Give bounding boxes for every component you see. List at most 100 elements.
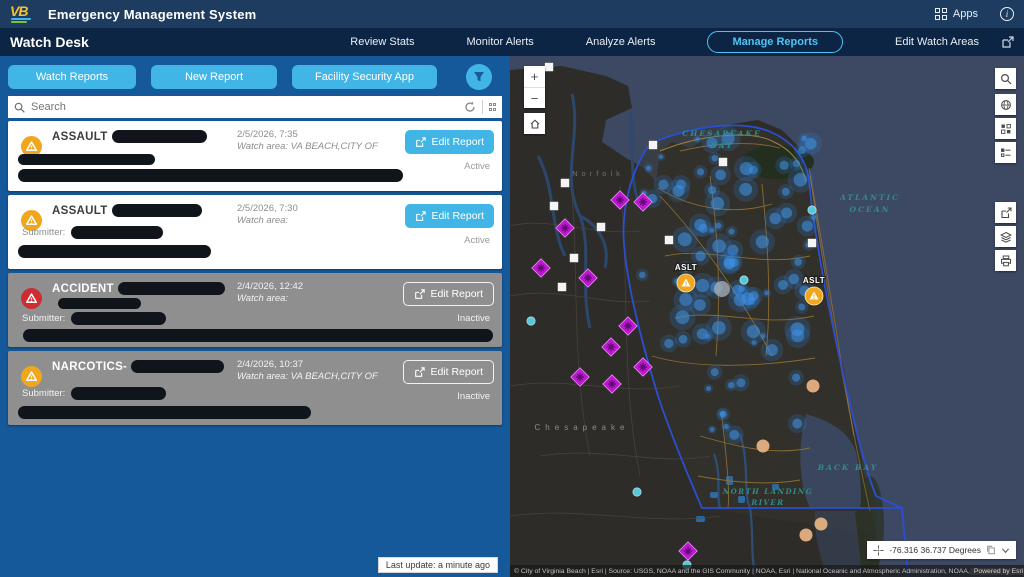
legend-grid-icon — [1000, 123, 1012, 135]
map-canvas: ASLTASLT CHESAPEAKE BAY ATLANTIC OCEAN B… — [510, 56, 1024, 577]
powered-by-esri: Powered by Esri — [970, 568, 1024, 575]
alert-label: ASLT — [675, 263, 697, 272]
print-icon — [1000, 255, 1012, 267]
apps-grid-icon — [935, 8, 947, 20]
report-status: Inactive — [457, 391, 490, 402]
tab-edit-watch-areas[interactable]: Edit Watch Areas — [895, 36, 979, 48]
report-list: ASSAULT 2/5/2026, 7:35 Watch area: VA BE… — [0, 118, 510, 425]
search-icon — [14, 102, 25, 113]
tab-manage-reports[interactable]: Manage Reports — [707, 31, 843, 53]
redacted-text — [71, 312, 166, 325]
open-external-icon[interactable] — [1001, 36, 1014, 49]
edit-report-button[interactable]: Edit Report — [405, 130, 494, 154]
search-input[interactable] — [31, 101, 458, 113]
report-status: Active — [464, 161, 490, 172]
layers-icon — [1000, 231, 1012, 243]
filter-button[interactable] — [466, 64, 492, 90]
basemap-button[interactable] — [995, 94, 1016, 115]
edit-report-button[interactable]: Edit Report — [403, 360, 494, 384]
nav-tabs: Review Stats Monitor Alerts Analyze Aler… — [350, 31, 987, 53]
layer-list-button[interactable] — [995, 142, 1016, 163]
report-card-assault-1[interactable]: ASSAULT 2/5/2026, 7:35 Watch area: VA BE… — [8, 121, 502, 191]
refresh-icon[interactable] — [464, 101, 476, 113]
report-meta: 2/5/2026, 7:35 Watch area: VA BEACH,CITY… — [237, 129, 378, 153]
app-header: VB Emergency Management System Apps i — [0, 0, 1024, 28]
zoom-in-button[interactable]: + — [524, 66, 545, 87]
watch-reports-button[interactable]: Watch Reports — [8, 65, 136, 89]
report-datetime: 2/5/2026, 7:30 — [237, 203, 298, 215]
redacted-text — [112, 130, 207, 143]
label-norfolk-city: Norfolk — [572, 169, 624, 178]
report-meta: 2/5/2026, 7:30 Watch area: — [237, 203, 298, 227]
redacted-text — [58, 298, 141, 309]
last-update-badge: Last update: a minute ago — [378, 557, 498, 573]
report-watch-area: Watch area: — [237, 215, 298, 227]
report-category: ASSAULT — [52, 131, 108, 143]
redacted-text — [18, 245, 211, 258]
report-meta: 2/4/2026, 12:42 Watch area: — [237, 281, 303, 305]
new-report-button[interactable]: New Report — [151, 65, 277, 89]
label-chesapeake-city: Chesapeake — [535, 423, 630, 432]
label-chesapeake-bay: CHESAPEAKE — [682, 129, 761, 138]
panel-toolbar: Watch Reports New Report Facility Securi… — [0, 56, 510, 96]
redacted-text — [112, 204, 202, 217]
chevron-down-icon[interactable] — [1001, 546, 1010, 555]
info-icon[interactable]: i — [1000, 7, 1014, 21]
redacted-text — [18, 154, 155, 165]
redacted-text — [131, 360, 224, 373]
page-title: Watch Desk — [10, 34, 89, 50]
submitter-row: Submitter: — [22, 312, 166, 325]
submitter-row: Submitter: — [22, 226, 163, 239]
svg-text:BAY: BAY — [709, 141, 733, 150]
report-category: NARCOTICS- — [52, 361, 127, 373]
layers-button[interactable] — [995, 226, 1016, 247]
edit-report-icon — [414, 289, 425, 300]
tab-review-stats[interactable]: Review Stats — [350, 36, 414, 48]
report-watch-area: Watch area: — [237, 293, 303, 305]
submitter-row: Submitter: — [22, 387, 166, 400]
layout-grid-icon[interactable] — [489, 103, 497, 111]
redacted-text — [71, 226, 163, 239]
report-datetime: 2/4/2026, 10:37 — [237, 359, 378, 371]
report-datetime: 2/4/2026, 12:42 — [237, 281, 303, 293]
tab-monitor-alerts[interactable]: Monitor Alerts — [467, 36, 534, 48]
tab-analyze-alerts[interactable]: Analyze Alerts — [586, 36, 656, 48]
map-search-button[interactable] — [995, 68, 1016, 89]
edit-report-button[interactable]: Edit Report — [405, 204, 494, 228]
report-watch-area: Watch area: VA BEACH,CITY OF — [237, 371, 378, 383]
home-button[interactable] — [524, 113, 545, 134]
edit-report-icon — [415, 137, 426, 148]
report-card-narcotics[interactable]: NARCOTICS- 2/4/2026, 10:37 Watch area: V… — [8, 351, 502, 425]
copy-icon[interactable] — [986, 545, 996, 555]
zoom-out-button[interactable]: − — [524, 87, 545, 108]
filter-icon — [473, 71, 485, 83]
report-card-accident[interactable]: ACCIDENT 2/4/2026, 12:42 Watch area: Edi… — [8, 273, 502, 347]
report-datetime: 2/5/2026, 7:35 — [237, 129, 378, 141]
emergency-management-app: VB Emergency Management System Apps i Wa… — [0, 0, 1024, 577]
map-view[interactable]: ASLTASLT CHESAPEAKE BAY ATLANTIC OCEAN B… — [510, 56, 1024, 577]
svg-text:OCEAN: OCEAN — [850, 205, 891, 214]
report-card-assault-2[interactable]: ASSAULT 2/5/2026, 7:30 Watch area: Edit … — [8, 195, 502, 269]
legend-button[interactable] — [995, 118, 1016, 139]
report-meta: 2/4/2026, 10:37 Watch area: VA BEACH,CIT… — [237, 359, 378, 383]
attribution-text: © City of Virginia Beach | Esri | Source… — [514, 568, 970, 575]
crosshair-icon — [873, 545, 884, 556]
edit-report-icon — [414, 367, 425, 378]
facility-security-app-button[interactable]: Facility Security App — [292, 65, 437, 89]
coordinate-widget[interactable]: -76.316 36.737 Degrees — [867, 541, 1016, 559]
home-icon — [529, 118, 541, 130]
report-status: Active — [464, 235, 490, 246]
redacted-text — [23, 329, 493, 342]
apps-button[interactable]: Apps — [935, 8, 978, 20]
search-icon — [1000, 73, 1012, 85]
redacted-text — [18, 406, 311, 419]
watch-desk-nav: Watch Desk Review Stats Monitor Alerts A… — [0, 28, 1024, 56]
vb-logo-text: VB — [10, 3, 27, 19]
reports-panel: Watch Reports New Report Facility Securi… — [0, 56, 510, 577]
alert-label: ASLT — [803, 276, 825, 285]
warning-icon — [21, 288, 42, 309]
print-button[interactable] — [995, 250, 1016, 271]
label-north-landing-river: NORTH LANDING — [722, 487, 813, 496]
edit-report-button[interactable]: Edit Report — [403, 282, 494, 306]
share-button[interactable] — [995, 202, 1016, 223]
